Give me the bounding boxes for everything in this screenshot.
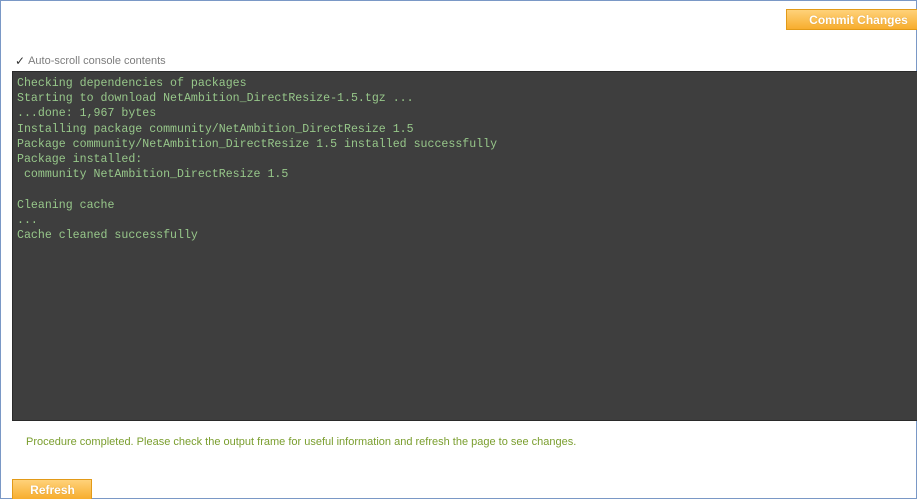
console-output[interactable]: Checking dependencies of packages Starti… [12, 71, 917, 421]
autoscroll-checkbox[interactable]: ✓ Auto-scroll console contents [15, 53, 166, 69]
console-line: Checking dependencies of packages [17, 77, 247, 90]
console-line: ...done: 1,967 bytes [17, 107, 157, 121]
refresh-button[interactable]: Refresh [12, 479, 92, 499]
console-line: Package installed: [17, 152, 143, 166]
console-line: Cache cleaned successfully [17, 228, 198, 242]
console-line: Installing package community/NetAmbition… [17, 122, 414, 136]
commit-changes-button[interactable]: Commit Changes [786, 9, 917, 30]
checkmark-icon: ✓ [15, 54, 26, 68]
console-line: Package community/NetAmbition_DirectResi… [17, 137, 498, 151]
console-line: community NetAmbition_DirectResize 1.5 [17, 168, 289, 182]
console-line: ... [17, 213, 38, 227]
status-message: Procedure completed. Please check the ou… [26, 436, 577, 448]
autoscroll-label: Auto-scroll console contents [28, 55, 166, 67]
console-line: Starting to download NetAmbition_DirectR… [17, 92, 414, 106]
console-line: Cleaning cache [17, 198, 115, 212]
